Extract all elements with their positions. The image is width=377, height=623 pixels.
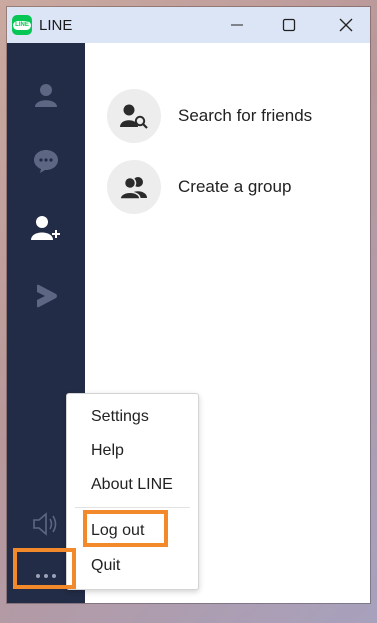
window-title: LINE [39,16,73,34]
sound-toggle[interactable] [31,509,61,539]
close-icon [339,18,353,32]
minimize-button[interactable] [214,7,260,43]
menu-item-help[interactable]: Help [91,442,124,460]
search-friends-label: Search for friends [178,106,313,125]
menu-divider [75,507,190,508]
log-out-highlight [83,510,168,547]
search-friends-icon [120,104,148,129]
more-menu: Settings Help About LINE Log out Quit [66,393,199,590]
group-icon [119,176,147,199]
search-friends-icon-circle [107,89,161,143]
minimize-icon [231,24,243,26]
chat-bubble-icon [34,150,58,173]
maximize-button[interactable] [266,7,312,43]
speaker-icon [33,512,57,536]
menu-item-quit[interactable]: Quit [91,557,120,575]
maximize-icon [282,18,296,32]
title-bar: LINE LINE [7,7,370,43]
create-group-label: Create a group [178,177,292,196]
search-friends-action[interactable]: Search for friends [107,89,367,143]
person-icon [35,84,57,107]
line-play-icon [37,284,57,308]
menu-item-settings[interactable]: Settings [91,408,149,426]
create-group-action[interactable]: Create a group [107,160,367,214]
sidebar-item-chats[interactable] [31,146,61,176]
menu-item-about[interactable]: About LINE [91,476,173,494]
close-button[interactable] [323,7,369,43]
line-logo-icon: LINE [12,15,32,35]
sidebar-item-friends[interactable] [31,80,61,110]
sidebar-item-add-friends[interactable] [31,213,61,243]
sidebar-item-voom[interactable] [31,281,61,311]
add-friend-icon [31,216,60,240]
more-button-highlight [13,548,76,589]
create-group-icon-circle [107,160,161,214]
